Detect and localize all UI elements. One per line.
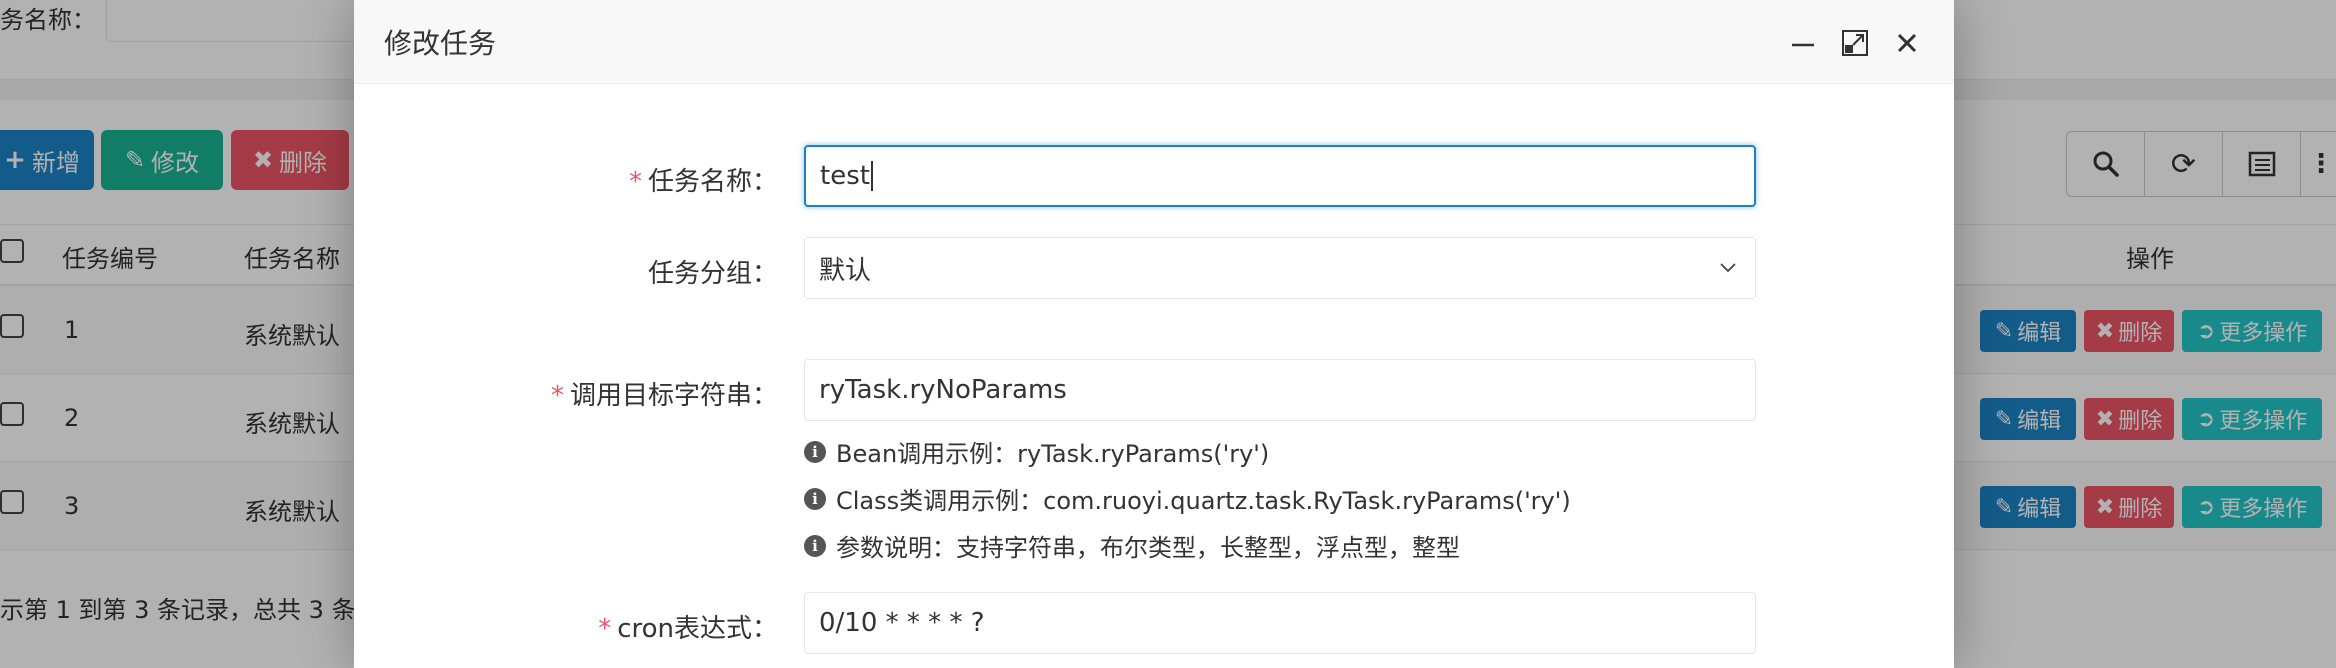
edit-job-dialog: 修改任务 * 任务名称： test 任务分组： 默认 * 调用目标字符串： ryTa… [354,0,1954,668]
cron-input[interactable]: 0/10 * * * * ? [804,592,1756,654]
job-name-value: test [820,161,870,191]
maximize-button[interactable] [1838,26,1872,60]
required-mark: * [550,381,564,411]
job-group-label: 任务分组： [647,259,778,289]
chevron-down-icon [1720,263,1736,273]
help-line-class: i Class类调用示例：com.ruoyi.quartz.task.RyTas… [804,481,1571,516]
required-mark: * [598,614,612,644]
help-line-bean: i Bean调用示例：ryTask.ryParams('ry') [804,434,1269,469]
dialog-title: 修改任务 [384,27,497,60]
close-button[interactable] [1890,26,1924,60]
help-text: Bean调用示例：ryTask.ryParams('ry') [836,440,1270,468]
minimize-button[interactable] [1786,26,1820,60]
minimize-icon [1792,43,1814,47]
invoke-target-value: ryTask.ryNoParams [819,375,1067,405]
invoke-target-label-text: 调用目标字符串： [569,381,778,411]
help-text: Class类调用示例：com.ruoyi.quartz.task.RyTask.… [836,487,1571,515]
invoke-target-label: * 调用目标字符串： [551,375,778,412]
job-name-input[interactable]: test [804,145,1756,207]
cron-value: 0/10 * * * * ? [819,608,985,638]
info-icon: i [804,440,826,463]
dialog-header: 修改任务 [354,0,1954,84]
text-caret [870,161,873,191]
info-icon: i [804,487,826,510]
info-icon: i [804,534,826,557]
job-group-value: 默认 [819,255,872,286]
job-name-label: * 任务名称： [629,161,778,198]
job-group-select[interactable]: 默认 [804,237,1756,299]
cron-label-text: cron表达式： [617,614,778,644]
cron-label: * cron表达式： [598,608,778,645]
help-text: 参数说明：支持字符串，布尔类型，长整型，浮点型，整型 [836,534,1460,562]
help-line-params: i 参数说明：支持字符串，布尔类型，长整型，浮点型，整型 [804,528,1460,563]
invoke-target-input[interactable]: ryTask.ryNoParams [804,359,1756,421]
maximize-icon [1842,30,1868,56]
close-icon [1897,33,1917,53]
required-mark: * [628,167,642,197]
job-name-label-text: 任务名称： [647,167,778,197]
